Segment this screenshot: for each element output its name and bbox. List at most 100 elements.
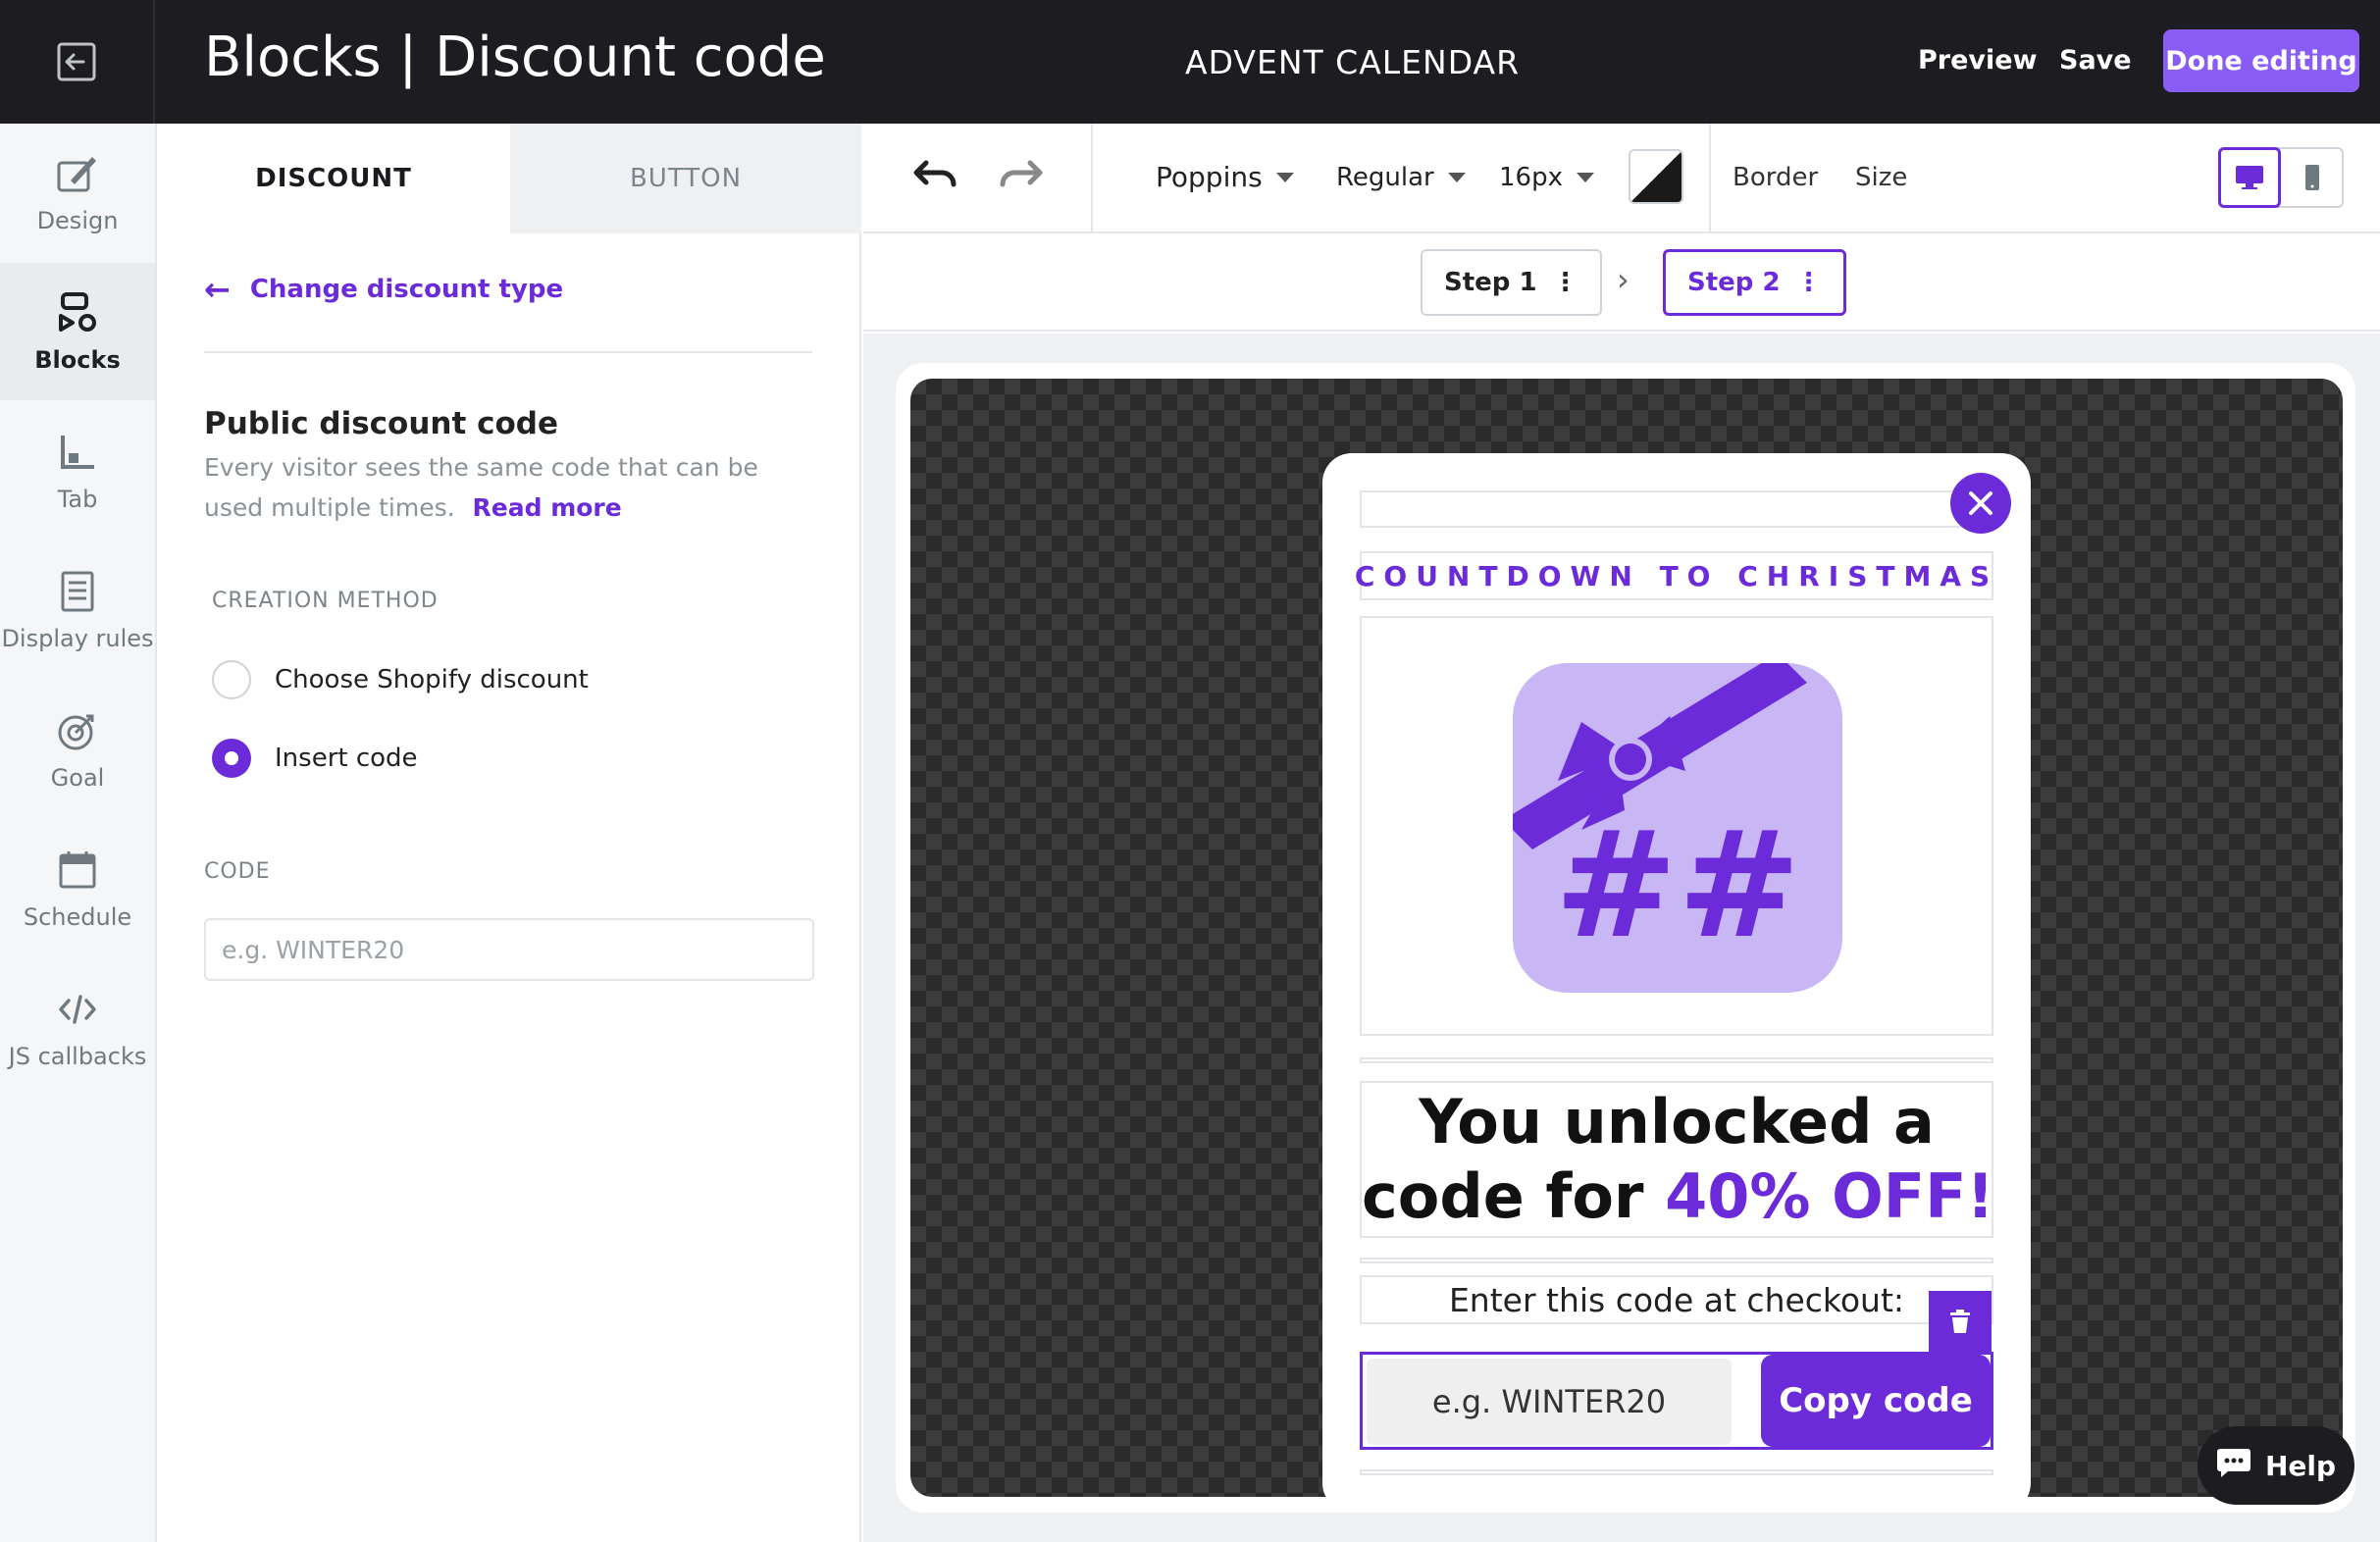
font-weight-value: Regular (1336, 163, 1434, 192)
document-icon (54, 568, 101, 615)
headline-block[interactable]: You unlocked a code for 40% OFF! (1360, 1081, 1994, 1238)
image-block[interactable]: ## (1360, 616, 1993, 1036)
rail-item-schedule[interactable]: Schedule (0, 820, 155, 957)
code-input[interactable]: e.g. WINTER20 (204, 918, 814, 981)
size-button[interactable]: Size (1855, 163, 1907, 192)
desktop-view-button[interactable] (2218, 147, 2281, 208)
font-size-dropdown[interactable]: 16px (1499, 163, 1594, 192)
panel-tabs: DISCOUNT BUTTON (157, 124, 861, 233)
spacer-block[interactable] (1360, 490, 1993, 528)
step-2-tab[interactable]: Step 2 ⋮ (1663, 249, 1846, 316)
radio-button-checked[interactable] (212, 739, 251, 778)
undo-button[interactable] (912, 159, 959, 202)
transparent-background: COUNTDOWN TO CHRISTMAS ## You unlocked a… (910, 379, 2343, 1513)
tab-icon (54, 429, 101, 476)
chat-icon (2216, 1447, 2251, 1485)
change-discount-type-label: Change discount type (249, 275, 564, 304)
undo-icon (913, 160, 957, 187)
steps-bar: Step 1 ⋮ › Step 2 ⋮ (863, 233, 2380, 332)
mobile-view-button[interactable] (2281, 147, 2344, 208)
kebab-menu-icon[interactable]: ⋮ (1553, 268, 1578, 297)
radio-label: Insert code (275, 744, 418, 773)
save-button[interactable]: Save (2059, 45, 2132, 76)
rail-item-label: Tab (57, 486, 98, 513)
radio-insert-code[interactable]: Insert code (212, 739, 418, 778)
editor-canvas: COUNTDOWN TO CHRISTMAS ## You unlocked a… (863, 334, 2380, 1542)
gift-discount-icon: ## (1513, 663, 1842, 993)
divider (204, 351, 812, 353)
help-label: Help (2264, 1449, 2337, 1482)
rail-item-design[interactable]: Design (0, 124, 155, 261)
chevron-right-icon: › (1617, 261, 1630, 298)
rail-item-label: JS callbacks (8, 1043, 147, 1070)
paintbrush-icon (54, 150, 101, 197)
preview-button[interactable]: Preview (1918, 45, 2038, 76)
rail-item-tab[interactable]: Tab (0, 402, 155, 540)
discount-code-field[interactable]: e.g. WINTER20 (1367, 1359, 1732, 1445)
section-description: Every visitor sees the same code that ca… (204, 447, 812, 528)
calendar-icon (54, 847, 101, 894)
svg-text:##: ## (1554, 800, 1800, 971)
font-family-dropdown[interactable]: Poppins (1156, 161, 1294, 193)
rail-item-label: Blocks (34, 346, 121, 374)
settings-panel: DISCOUNT BUTTON ← Change discount type P… (157, 124, 861, 1542)
rail-item-blocks[interactable]: Blocks (0, 263, 155, 400)
rail-item-label: Goal (50, 764, 105, 792)
headline-line-2: code for 40% OFF! (1362, 1159, 1994, 1234)
redo-button[interactable] (997, 159, 1044, 202)
campaign-name: ADVENT CALENDAR (1185, 43, 1521, 81)
color-picker[interactable] (1629, 149, 1683, 204)
close-icon (1969, 491, 1992, 515)
caret-down-icon (1576, 173, 1594, 182)
radio-button[interactable] (212, 660, 251, 699)
radio-label: Choose Shopify discount (275, 665, 589, 694)
page-title: Blocks | Discount code (204, 26, 826, 89)
exit-button[interactable] (0, 0, 155, 124)
change-discount-type-link[interactable]: ← Change discount type (204, 271, 563, 308)
section-title: Public discount code (204, 406, 558, 441)
tab-discount[interactable]: DISCOUNT (157, 124, 510, 233)
divider-block[interactable] (1360, 1469, 1993, 1475)
redo-icon (1000, 160, 1043, 187)
rail-item-display-rules[interactable]: Display rules (0, 541, 155, 679)
code-icon (54, 986, 101, 1033)
left-rail: Design Blocks Tab Display rules Goal Sch… (0, 124, 157, 1542)
done-editing-button[interactable]: Done editing (2163, 29, 2359, 92)
help-button[interactable]: Help (2198, 1426, 2354, 1505)
headline-line-1: You unlocked a (1419, 1086, 1935, 1157)
arrow-left-icon: ← (204, 271, 231, 308)
divider-block[interactable] (1360, 1258, 1993, 1263)
discount-code-block[interactable]: e.g. WINTER20 Copy code (1360, 1352, 1993, 1450)
divider-block[interactable] (1360, 1057, 1993, 1063)
font-weight-dropdown[interactable]: Regular (1336, 163, 1466, 192)
code-label: CODE (204, 859, 271, 884)
rail-item-label: Display rules (1, 625, 154, 652)
kebab-menu-icon[interactable]: ⋮ (1796, 268, 1822, 297)
rail-item-label: Design (36, 207, 119, 234)
border-button[interactable]: Border (1733, 163, 1818, 192)
rail-item-goal[interactable]: Goal (0, 681, 155, 818)
step-1-label: Step 1 (1444, 268, 1537, 297)
exit-icon (57, 42, 96, 81)
popup-preview: COUNTDOWN TO CHRISTMAS ## You unlocked a… (1322, 453, 2031, 1513)
rail-item-js-callbacks[interactable]: JS callbacks (0, 959, 155, 1097)
top-bar: Blocks | Discount code ADVENT CALENDAR P… (0, 0, 2380, 124)
mobile-icon (2305, 165, 2319, 190)
toolbar-divider (1091, 124, 1093, 233)
close-button[interactable] (1950, 473, 2011, 534)
target-icon (54, 707, 101, 754)
copy-code-button[interactable]: Copy code (1761, 1355, 1991, 1447)
countdown-heading[interactable]: COUNTDOWN TO CHRISTMAS (1355, 551, 1993, 600)
step-1-tab[interactable]: Step 1 ⋮ (1421, 249, 1602, 316)
font-size-value: 16px (1499, 163, 1563, 192)
font-family-value: Poppins (1156, 161, 1263, 193)
radio-choose-shopify-discount[interactable]: Choose Shopify discount (212, 660, 589, 699)
step-2-label: Step 2 (1687, 268, 1781, 297)
enter-code-text[interactable]: Enter this code at checkout: (1360, 1275, 1993, 1324)
caret-down-icon (1447, 173, 1466, 182)
toolbar-divider (1709, 124, 1711, 233)
headline-highlight: 40% OFF! (1665, 1160, 1994, 1232)
delete-block-button[interactable] (1929, 1291, 1992, 1352)
read-more-link[interactable]: Read more (473, 493, 622, 522)
tab-button[interactable]: BUTTON (510, 124, 861, 233)
